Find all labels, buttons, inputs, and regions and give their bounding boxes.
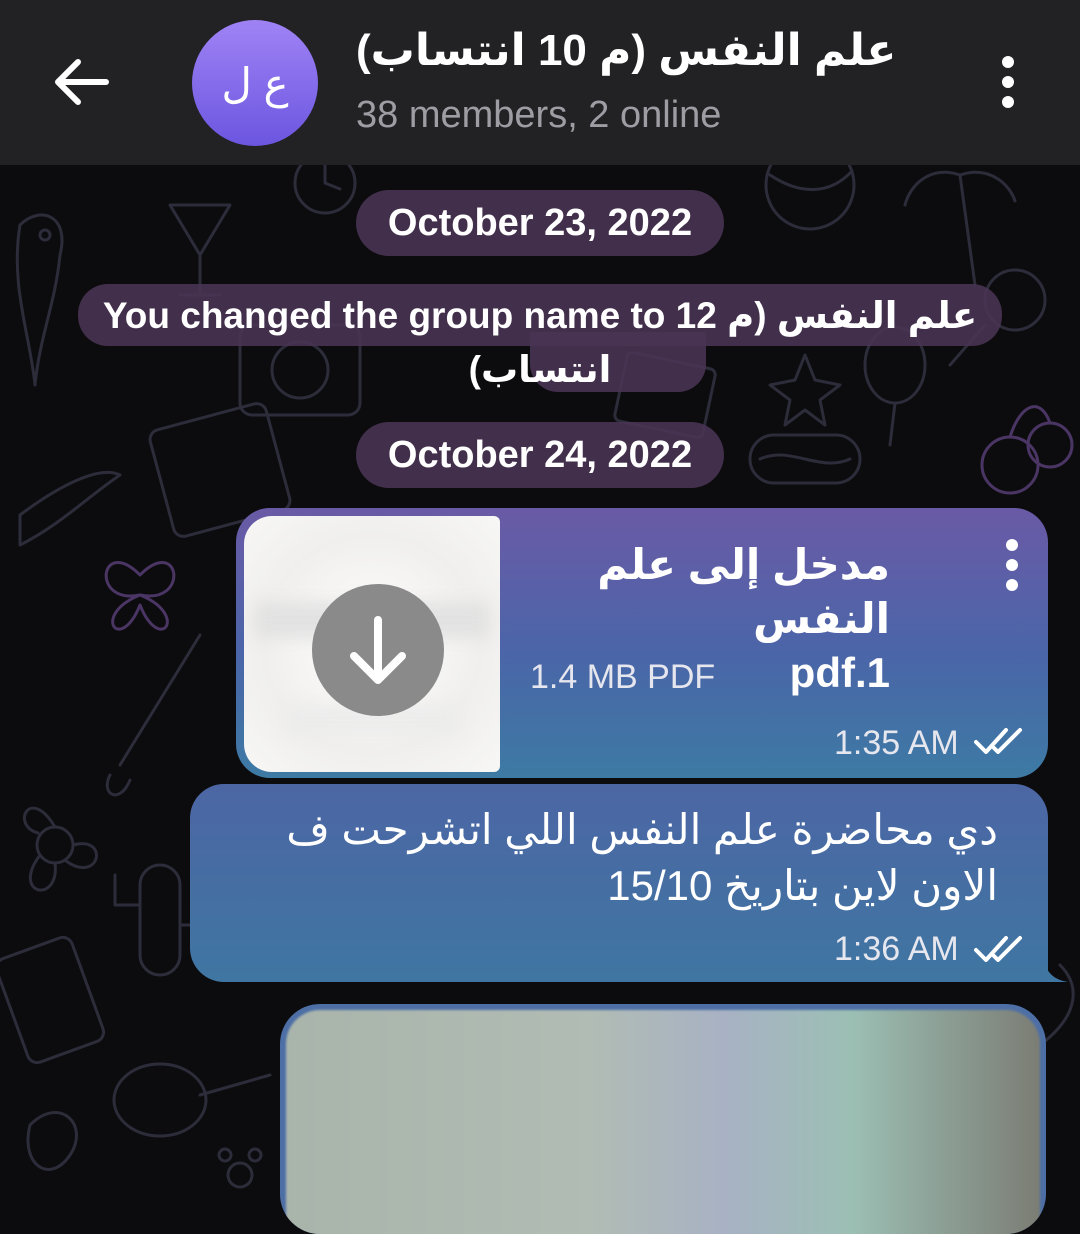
- ball-doodle-icon: [764, 165, 856, 231]
- chat-title[interactable]: علم النفس (م 10 انتساب): [356, 22, 916, 80]
- message-time: 1:36 AM: [834, 930, 959, 968]
- suitcase-doodle-icon: [0, 935, 106, 1065]
- more-vert-icon[interactable]: [992, 52, 1024, 112]
- butterfly-doodle-icon: [104, 561, 176, 631]
- date-separator: October 24, 2022: [356, 422, 724, 488]
- feather-doodle-icon: [18, 470, 122, 547]
- double-check-icon: [974, 936, 1022, 962]
- file-name-line-1: مدخل إلى علم النفس: [597, 541, 890, 642]
- file-size: 1.4 MB PDF: [530, 658, 716, 696]
- message-time: 1:35 AM: [834, 724, 959, 762]
- hibiscus-doodle-icon: [22, 806, 98, 892]
- text-message-bubble[interactable]: دي محاضرة علم النفس اللي اتشرحت ف الاون …: [190, 784, 1068, 982]
- double-check-icon: [974, 728, 1022, 754]
- arrow-left-icon[interactable]: [48, 52, 116, 112]
- avatar-initials: ع ل: [221, 59, 289, 107]
- chat-subtitle: 38 members, 2 online: [356, 94, 722, 136]
- service-message: You changed the group name to 12 علم الن…: [78, 284, 1002, 394]
- file-thumbnail[interactable]: [244, 516, 500, 772]
- download-arrow-icon: [350, 616, 406, 684]
- group-avatar[interactable]: ع ل: [192, 20, 318, 146]
- file-name: مدخل إلى علم النفس pdf.1: [530, 538, 890, 696]
- image-preview[interactable]: [286, 1010, 1040, 1234]
- palm-tree-doodle-icon: [903, 170, 1017, 287]
- clock-doodle-icon: [293, 165, 357, 215]
- brush-doodle-icon: [105, 633, 202, 797]
- file-message-bubble[interactable]: مدخل إلى علم النفس pdf.1 1.4 MB PDF 1:35…: [236, 508, 1048, 778]
- bubble-tail: [1044, 960, 1068, 982]
- cherry-doodle-icon: [980, 405, 1074, 495]
- hotdog-doodle-icon: [748, 433, 862, 485]
- cocktail-doodle-icon: [168, 203, 232, 297]
- shell-doodle-icon: [26, 1111, 78, 1171]
- message-text: دي محاضرة علم النفس اللي اتشرحت ف الاون …: [286, 806, 998, 909]
- parrot-doodle-icon: [15, 213, 64, 387]
- download-button[interactable]: [312, 584, 444, 716]
- chat-header: ع ل علم النفس (م 10 انتساب) 38 members, …: [0, 0, 1080, 165]
- service-message-text: You changed the group name to 12 علم الن…: [102, 295, 978, 390]
- guitar-doodle-icon: [112, 1062, 272, 1138]
- paw-doodle-icon: [217, 1147, 263, 1189]
- file-menu-icon[interactable]: [1000, 538, 1024, 592]
- image-message-bubble[interactable]: [280, 1004, 1046, 1234]
- date-separator: October 23, 2022: [356, 190, 724, 256]
